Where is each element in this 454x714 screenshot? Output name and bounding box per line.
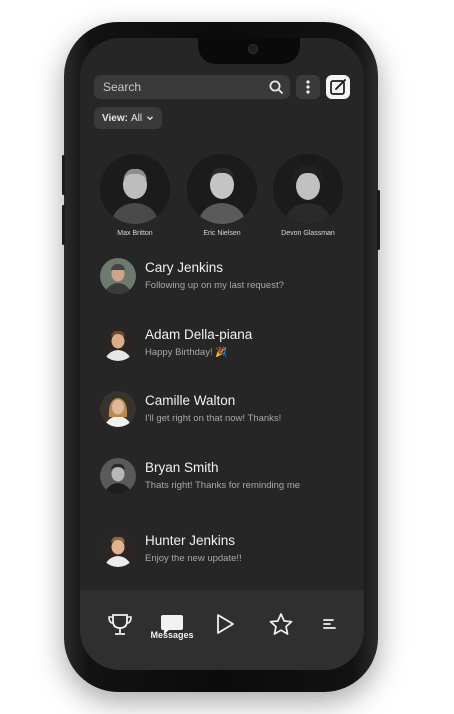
avatar [273,154,343,224]
tab-label-messages: Messages [150,630,194,640]
tab-messages[interactable] [152,606,192,646]
chat-bubble-icon [161,615,183,634]
view-filter-value: All [130,112,143,124]
conversation-item[interactable]: Adam Della-piana Happy Birthday! 🎉 [100,325,350,369]
contact-name: Adam Della-piana [145,327,253,342]
front-camera [248,44,258,54]
contact-name: Cary Jenkins [145,260,224,275]
search-input[interactable]: Search [94,75,290,99]
volume-button-down [62,205,65,245]
view-filter-prefix: View: [102,112,128,124]
power-button [377,190,380,250]
avatar [187,154,257,224]
avatar [100,258,136,294]
search-placeholder: Search [103,80,142,94]
favorite-contact[interactable]: Eric Nielsen [182,154,262,237]
tab-play[interactable] [204,606,244,646]
favorite-contact[interactable]: Devon Glassman [268,154,348,237]
contact-name: Camille Walton [145,393,236,408]
favorite-contact[interactable]: Max Britton [95,154,175,237]
search-icon[interactable] [268,79,284,95]
conversation-item[interactable]: Hunter Jenkins Enjoy the new update!! [100,531,350,575]
favorite-name: Devon Glassman [281,230,335,237]
message-preview: Happy Birthday! 🎉 [145,347,228,358]
favorite-name: Eric Nielsen [203,230,241,237]
conversation-item[interactable]: Camille Walton I'll get right on that no… [100,391,350,435]
message-preview: Thats right! Thanks for reminding me [145,480,301,491]
message-preview: Following up on my last request? [145,280,284,291]
tab-trophy[interactable] [100,606,140,646]
message-preview: Enjoy the new update!! [145,553,242,564]
menu-lines-icon [323,619,336,629]
conversation-item[interactable]: Cary Jenkins Following up on my last req… [100,258,350,302]
compose-icon [330,79,346,95]
top-bar: Search [94,75,352,101]
view-filter-dropdown[interactable]: View: All [94,107,163,129]
contact-name: Bryan Smith [145,460,219,475]
chevron-down-icon [147,116,154,121]
avatar [100,391,136,427]
message-preview: I'll get right on that now! Thanks! [145,413,282,424]
avatar [100,325,136,361]
bottom-tab-bar: Messages [80,590,364,670]
volume-button-up [62,155,65,195]
tab-favorites[interactable] [261,606,301,646]
app-screen: Search View: All Max Britton Eric Nielse… [80,38,364,670]
conversation-item[interactable]: Bryan Smith Thats right! Thanks for remi… [100,458,350,502]
star-icon [269,613,293,635]
contact-name: Hunter Jenkins [145,533,236,548]
avatar [100,154,170,224]
tab-menu[interactable] [310,606,350,646]
trophy-icon [108,614,132,635]
compose-button[interactable] [326,75,350,99]
more-vertical-icon [306,80,310,94]
avatar [100,458,136,494]
avatar [100,531,136,567]
play-icon [217,614,234,634]
favorite-name: Max Britton [117,230,153,237]
notch [198,38,300,64]
more-options-button[interactable] [296,75,320,99]
